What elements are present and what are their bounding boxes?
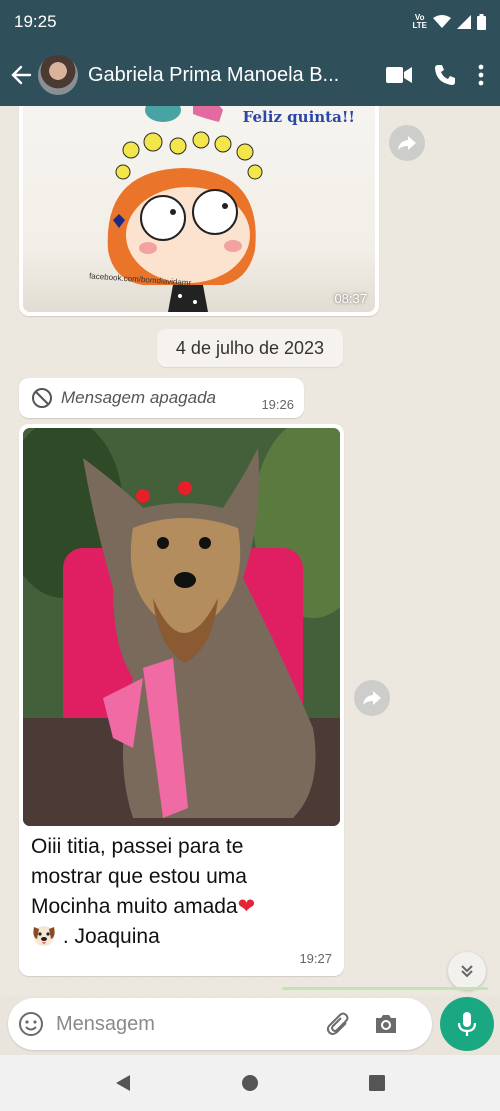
paperclip-icon — [326, 1012, 349, 1035]
square-recents-icon — [368, 1075, 385, 1091]
forward-button[interactable] — [354, 680, 390, 716]
wifi-icon — [433, 15, 451, 28]
nav-back-button[interactable] — [114, 1074, 132, 1092]
image-message[interactable]: Feliz quinta!! facebook.com/bomdiavidamr… — [19, 106, 379, 316]
circle-home-icon — [241, 1075, 258, 1091]
message-input[interactable] — [56, 1012, 316, 1036]
signature-text: . Joaquina — [62, 925, 160, 948]
video-call-button[interactable] — [386, 66, 412, 84]
caption-line: Mocinha muito amada — [31, 895, 238, 918]
message-time: 19:27 — [299, 951, 332, 966]
more-vertical-icon — [478, 64, 484, 86]
forward-icon — [398, 136, 416, 150]
deleted-message-text: Mensagem apagada — [61, 388, 217, 407]
voice-call-button[interactable] — [434, 64, 456, 86]
double-chevron-down-icon — [461, 965, 473, 978]
message-time: 08:37 — [334, 291, 367, 306]
cartoon-girl-illustration — [107, 106, 263, 312]
arrow-left-icon — [11, 65, 32, 85]
dog-photo[interactable] — [23, 428, 340, 826]
back-button[interactable] — [4, 55, 38, 95]
emoji-button[interactable] — [18, 1011, 44, 1037]
microphone-icon — [458, 1012, 476, 1036]
nav-recents-button[interactable] — [368, 1074, 386, 1092]
dog-face-emoji — [33, 926, 55, 946]
battery-icon — [477, 14, 486, 30]
signal-icon — [457, 15, 471, 29]
status-icons: Vo LTE — [412, 14, 486, 30]
prohibited-icon — [32, 388, 52, 408]
voice-message-button[interactable] — [440, 997, 494, 1051]
smiley-icon — [19, 1012, 43, 1036]
message-time: 19:26 — [261, 397, 294, 412]
photo-caption: Oiii titia, passei para te mostrar que e… — [23, 826, 340, 952]
forward-button[interactable] — [389, 125, 425, 161]
camera-button[interactable] — [374, 1013, 398, 1035]
status-time: 19:25 — [14, 12, 57, 31]
forward-icon — [363, 691, 381, 705]
greeting-image[interactable]: Feliz quinta!! facebook.com/bomdiavidamr… — [23, 106, 375, 312]
deleted-message[interactable]: Mensagem apagada 19:26 — [19, 378, 304, 418]
contact-name[interactable]: Gabriela Prima Manoela B... — [88, 64, 346, 87]
chat-area[interactable]: Feliz quinta!! facebook.com/bomdiavidamr… — [0, 106, 500, 996]
chat-header: Gabriela Prima Manoela B... — [0, 44, 500, 106]
system-nav-bar — [0, 1055, 500, 1111]
photo-message[interactable]: Oiii titia, passei para te mostrar que e… — [19, 424, 344, 976]
nav-home-button[interactable] — [241, 1074, 259, 1092]
more-options-button[interactable] — [478, 64, 484, 86]
image-overlay-text: Feliz quinta!! — [242, 108, 355, 126]
volte-icon: Vo LTE — [412, 13, 427, 30]
caption-line: Oiii titia, passei para te — [31, 835, 244, 858]
camera-icon — [376, 1015, 396, 1033]
phone-icon — [435, 65, 455, 85]
heart-emoji: ❤ — [237, 895, 256, 918]
contact-avatar[interactable] — [38, 55, 78, 95]
attach-button[interactable] — [326, 1011, 352, 1037]
scroll-to-bottom-button[interactable] — [448, 952, 486, 990]
triangle-back-icon — [116, 1075, 131, 1091]
caption-line: mostrar que estou uma — [31, 865, 247, 888]
yorkshire-dog-photo — [23, 428, 340, 826]
unread-indicator-line — [282, 987, 488, 990]
date-separator: 4 de julho de 2023 — [157, 329, 343, 367]
video-camera-icon — [386, 67, 412, 83]
status-bar: 19:25 Vo LTE — [0, 0, 500, 44]
message-composer — [8, 998, 432, 1050]
